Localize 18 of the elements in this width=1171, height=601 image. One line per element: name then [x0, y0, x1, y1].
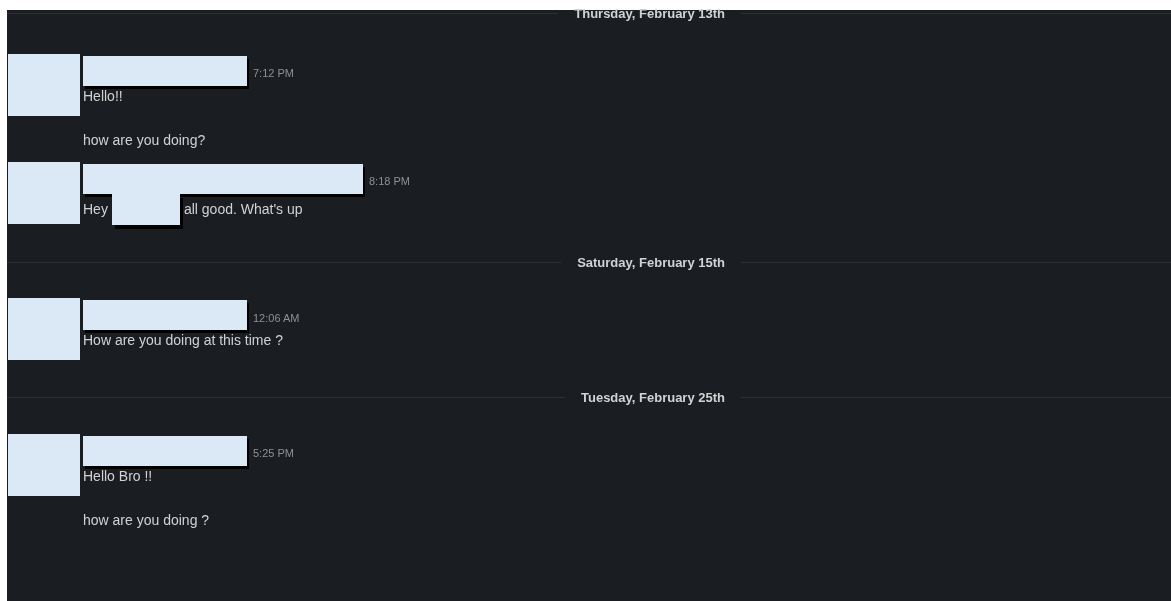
- date-divider-label: Saturday, February 15th: [576, 253, 726, 272]
- message-text: How are you doing at this time ?: [83, 331, 283, 350]
- message-text: how are you doing ?: [83, 510, 210, 530]
- avatar[interactable]: [8, 161, 80, 224]
- message-text: Hello Bro !!: [83, 466, 153, 486]
- avatar[interactable]: [8, 298, 80, 360]
- message-time[interactable]: 8:18 PM: [369, 173, 410, 190]
- message-time[interactable]: 12:06 AM: [253, 309, 300, 326]
- date-divider-label: Thursday, February 13th: [573, 5, 726, 23]
- message-text: how are you doing?: [83, 130, 206, 150]
- message-text: Hey: [83, 200, 108, 219]
- message-time[interactable]: 7:12 PM: [253, 65, 294, 82]
- date-divider-label: Tuesday, February 25th: [580, 389, 726, 407]
- avatar[interactable]: [8, 433, 80, 496]
- message-time[interactable]: 5:25 PM: [253, 445, 294, 462]
- message-text: Hello!!: [83, 86, 123, 106]
- avatar[interactable]: [8, 53, 80, 116]
- message-text: all good. What's up: [183, 200, 303, 219]
